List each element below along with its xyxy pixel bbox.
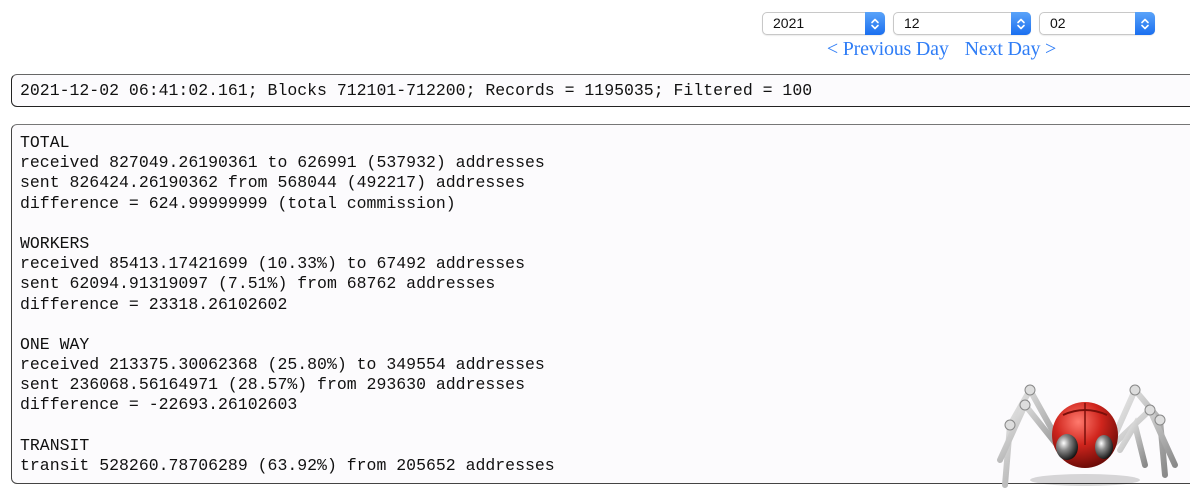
summary-section-total: TOTAL received 827049.26190361 to 626991… <box>20 133 1187 214</box>
summary-line: sent 62094.91319097 (7.51%) from 68762 a… <box>20 274 496 294</box>
status-box: 2021-12-02 06:41:02.161; Blocks 712101-7… <box>11 74 1190 107</box>
previous-day-link[interactable]: < Previous Day <box>827 38 949 60</box>
day-select-value: 02 <box>1050 15 1066 31</box>
date-navigation: 2021 12 02 < Previous Day Next Day > <box>762 12 1158 61</box>
section-title: TOTAL <box>20 133 70 152</box>
chevron-updown-icon <box>1135 12 1155 35</box>
year-select-value: 2021 <box>773 15 805 31</box>
chevron-updown-icon <box>1011 12 1031 35</box>
day-select[interactable]: 02 <box>1039 12 1155 35</box>
date-selects: 2021 12 02 <box>762 12 1158 35</box>
summary-line: difference = 23318.26102602 <box>20 294 288 314</box>
chevron-updown-icon <box>865 12 885 35</box>
section-title: ONE WAY <box>20 334 90 354</box>
summary-line: difference = 624.99999999 (total commiss… <box>20 193 456 213</box>
section-title: WORKERS <box>20 233 90 253</box>
year-select[interactable]: 2021 <box>762 12 885 35</box>
month-select[interactable]: 12 <box>893 12 1031 35</box>
status-text: 2021-12-02 06:41:02.161; Blocks 712101-7… <box>20 81 813 100</box>
month-select-value: 12 <box>904 15 920 31</box>
summary-line: received 85413.17421699 (10.33%) to 6749… <box>20 254 525 274</box>
next-day-link[interactable]: Next Day > <box>965 38 1057 60</box>
robot-spider-icon <box>985 365 1185 495</box>
day-links: < Previous Day Next Day > <box>725 38 1158 61</box>
summary-section-workers: WORKERS received 85413.17421699 (10.33%)… <box>20 234 1187 315</box>
summary-line: sent 826424.26190362 from 568044 (492217… <box>20 173 525 193</box>
summary-line: received 827049.26190361 to 626991 (5379… <box>20 153 545 173</box>
